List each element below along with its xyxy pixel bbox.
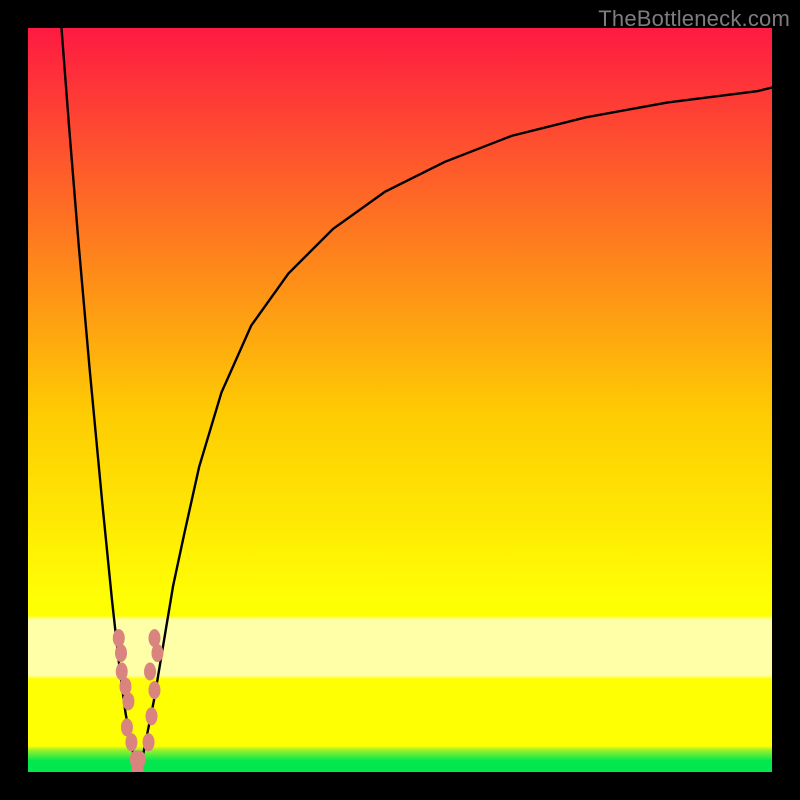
attribution-text: TheBottleneck.com: [598, 6, 790, 32]
highlight-dot: [146, 707, 158, 725]
chart-frame: TheBottleneck.com: [0, 0, 800, 800]
highlight-dot: [148, 629, 160, 647]
chart-svg: [28, 28, 772, 772]
highlight-dot: [113, 629, 125, 647]
highlight-dot: [115, 644, 127, 662]
highlight-dot: [148, 681, 160, 699]
highlight-dot: [122, 692, 134, 710]
plot-area: [28, 28, 772, 772]
highlight-dot: [144, 663, 156, 681]
gradient-background: [28, 28, 772, 772]
highlight-dot: [125, 733, 137, 751]
highlight-dot: [143, 733, 155, 751]
